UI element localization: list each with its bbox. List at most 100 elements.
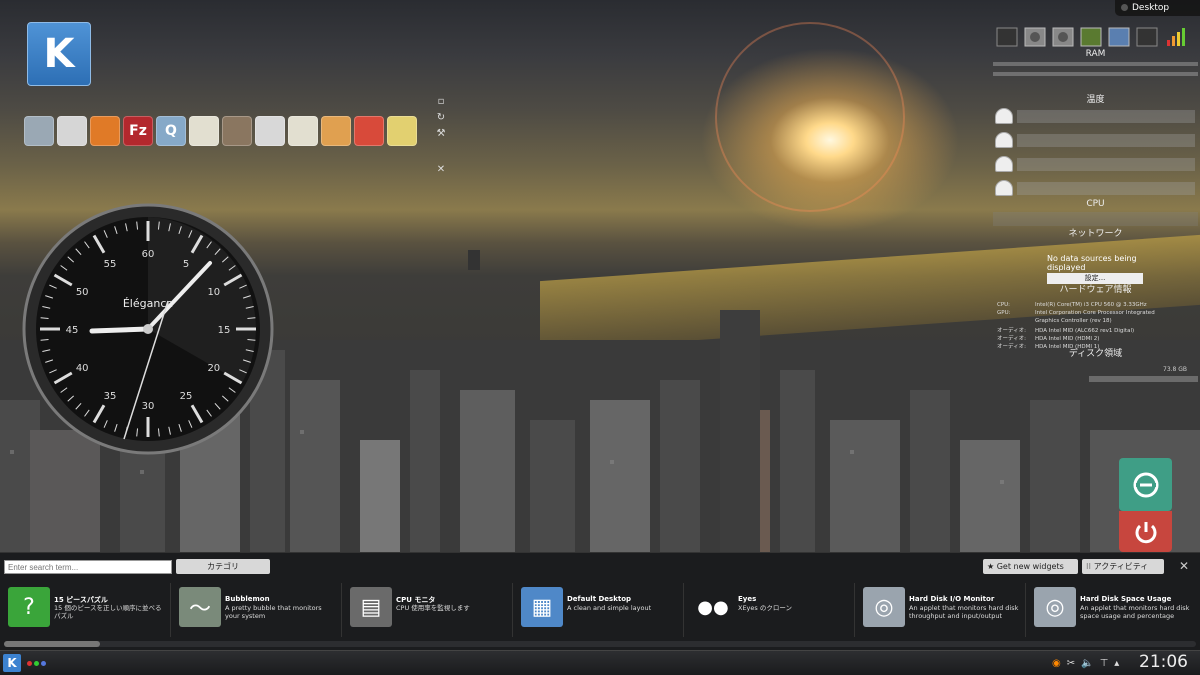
hardware-row: Graphics Controller (rev 18) [997, 318, 1112, 324]
widget-item[interactable]: ? 15 ピースパズル 15 個のピースを正しい順序に並べるパズル [0, 577, 170, 637]
firefox-icon[interactable] [90, 116, 120, 146]
sysmon-toolbar[interactable] [993, 26, 1198, 50]
get-new-widgets-label: Get new widgets [996, 562, 1064, 571]
close-explorer-icon[interactable]: ✕ [1175, 557, 1193, 575]
notes2-icon[interactable] [288, 116, 318, 146]
cpu-graph [993, 212, 1198, 226]
close-icon[interactable]: ✕ [436, 162, 446, 178]
widget-item[interactable]: ●● Eyes XEyes のクローン [684, 577, 854, 637]
widget-explorer: カテゴリ ★ Get new widgets ⁝⁝ アクティビティ ✕ ?15 … [0, 552, 1200, 650]
quicklaunch-handle[interactable]: ▫ ↻ ⚒ ✕ [436, 94, 446, 178]
pager-desktop-2[interactable] [34, 661, 39, 666]
hardware-info-label: ハードウェア情報 [1059, 285, 1132, 295]
temp-gauge-icon [995, 180, 1013, 196]
widget-item[interactable]: ▤ CPU モニタ CPU 使用率を監視します [342, 577, 512, 637]
kde-application-launcher[interactable]: K [27, 22, 91, 86]
widget-description: An applet that monitors hard disk throug… [909, 604, 1019, 620]
clock-number: 50 [76, 287, 89, 298]
notes-icon[interactable] [189, 116, 219, 146]
toolbox-label: Desktop [1132, 3, 1170, 13]
file-manager-icon[interactable] [24, 116, 54, 146]
hardware-row-value: Intel Corporation Core Processor Integra… [1035, 310, 1155, 316]
kde-logo-icon: K [43, 31, 75, 77]
widget-search-input[interactable] [4, 560, 172, 574]
widget-description: 15 個のピースを正しい順序に並べるパズル [54, 604, 162, 620]
pager-desktop-3[interactable] [41, 661, 46, 666]
resize-icon[interactable]: ▫ [436, 94, 446, 110]
clock-number: 15 [218, 325, 231, 336]
system-monitor-widget: RAM 温度 CPU ネットワーク No data sources being … [993, 26, 1198, 386]
volume-icon[interactable]: 🔈 [1081, 658, 1093, 669]
widget-title: Eyes [738, 595, 757, 603]
widget-item[interactable]: 〜 Bubblemon A pretty bubble that monitors … [171, 577, 341, 637]
update-notifier-icon[interactable]: ◉ [1052, 658, 1061, 669]
hardware-row-key: GPU: [997, 310, 1011, 316]
clock-number: 5 [183, 259, 189, 270]
panel-taskbar: K ◉ ✂ 🔈 ⊤ ▴ 21:06 [0, 650, 1200, 675]
explorer-scrollbar[interactable] [4, 641, 1196, 647]
widget-title: Default Desktop [567, 595, 632, 603]
switch-icon [1133, 472, 1158, 497]
widget-item[interactable]: ◎ Hard Disk I/O Monitor An applet that mon… [855, 577, 1025, 637]
filezilla-icon[interactable]: Fz [123, 116, 153, 146]
temp-bar [1017, 182, 1195, 195]
clock-number: 55 [104, 259, 117, 270]
category-button[interactable]: カテゴリ [176, 559, 270, 574]
clipboard-icon[interactable]: ✂ [1067, 658, 1075, 669]
settings-wrench-icon[interactable]: ⚒ [436, 126, 446, 142]
desktop-toolbox[interactable]: Desktop [1115, 0, 1200, 16]
clock-number: 45 [66, 325, 79, 336]
get-new-widgets-button[interactable]: ★ Get new widgets [983, 559, 1078, 574]
harddisk-space-icon: ◎ [1034, 587, 1076, 627]
widget-description: A pretty bubble that monitors your syste… [225, 604, 322, 620]
widget-description: An applet that monitors hard disk space … [1080, 604, 1190, 620]
widget-item[interactable]: ▦ Default Desktop A clean and simple layou… [513, 577, 683, 637]
temp-bar [1017, 110, 1195, 123]
switch-activity-button[interactable] [1119, 458, 1172, 511]
hardware-row: オーディオ: HDA Intel MID (ALC662 rev1 Digital… [997, 326, 1134, 334]
widget-title: Hard Disk Space Usage [1080, 595, 1172, 603]
chrome-icon[interactable] [57, 116, 87, 146]
tray-expand-icon[interactable]: ▴ [1114, 658, 1119, 669]
quicklaunch-bar: Fz Q [24, 116, 417, 146]
widget-title: Hard Disk I/O Monitor [909, 595, 995, 603]
eyes-icon: ●● [697, 596, 729, 618]
downloader-icon[interactable] [387, 116, 417, 146]
temp-bar [1017, 158, 1195, 171]
analog-clock-widget[interactable]: 60510152025303540455055 Élégance [22, 203, 274, 455]
gimp-icon[interactable] [222, 116, 252, 146]
ram-label: RAM [1085, 49, 1106, 59]
hardware-row-key: オーディオ: [997, 328, 1026, 334]
hardware-row: GPU: Intel Corporation Core Processor Int… [997, 310, 1155, 316]
hardware-row-value: Intel(R) Core(TM) i3 CPU 560 @ 3.33GHz [1035, 302, 1147, 308]
app-q-icon[interactable]: Q [156, 116, 186, 146]
widget-title: Bubblemon [225, 595, 270, 603]
network-settings-button[interactable]: 設定... [1047, 273, 1143, 284]
clock-number: 40 [76, 363, 89, 374]
media-disc-icon[interactable] [321, 116, 351, 146]
widget-description: A clean and simple layout [567, 604, 652, 612]
explorer-scrollbar-thumb[interactable] [4, 641, 100, 647]
activities-label: アクティビティ [1093, 562, 1149, 571]
temp-gauge-icon [995, 132, 1013, 148]
hardware-row-value: Graphics Controller (rev 18) [1035, 318, 1112, 324]
pager-desktop-1[interactable] [27, 661, 32, 666]
panel-kde-launcher[interactable]: K [3, 654, 21, 672]
clock-number: 30 [142, 401, 155, 412]
widget-item[interactable]: ◎ Hard Disk Space Usage An applet that mon… [1026, 577, 1196, 637]
digital-clock[interactable]: 21:06 [1139, 652, 1188, 672]
power-icon [1135, 521, 1156, 543]
clock-number: 25 [180, 391, 193, 402]
temp-bar [1017, 134, 1195, 147]
network-icon[interactable]: ⊤ [1100, 658, 1109, 669]
rotate-icon[interactable]: ↻ [436, 110, 446, 126]
leave-power-button[interactable] [1119, 511, 1172, 552]
temp-gauge-icon [995, 108, 1013, 124]
puzzle-icon: ? [8, 587, 50, 627]
clock-number: 35 [104, 391, 117, 402]
system-tray: ◉ ✂ 🔈 ⊤ ▴ [1052, 654, 1119, 672]
settings-icon[interactable] [354, 116, 384, 146]
activities-button[interactable]: ⁝⁝ アクティビティ [1082, 559, 1164, 574]
inkscape-icon[interactable] [255, 116, 285, 146]
clock-number: 10 [207, 287, 220, 298]
